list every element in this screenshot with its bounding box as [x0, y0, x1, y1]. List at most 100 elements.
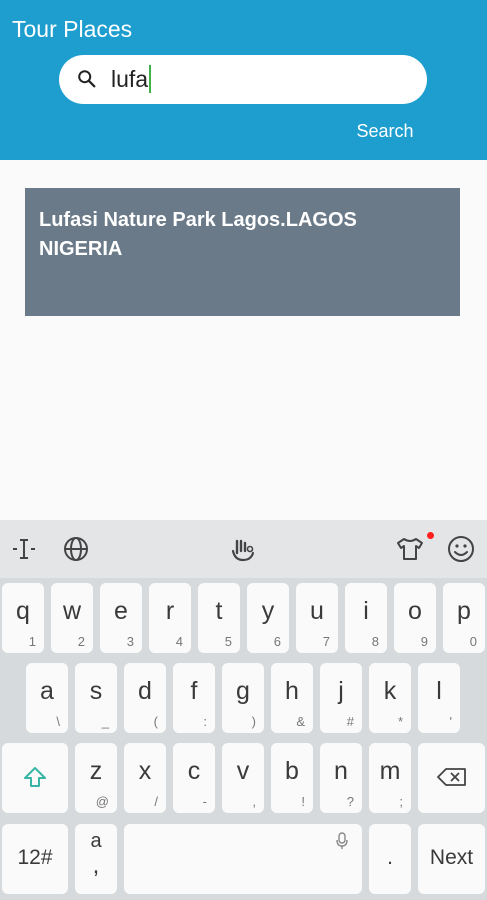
- app-title: Tour Places: [12, 16, 133, 42]
- period-glyph: .: [387, 846, 393, 869]
- key-letter: a: [40, 677, 54, 705]
- key-j[interactable]: j #: [320, 663, 362, 733]
- key-letter: k: [383, 677, 397, 705]
- key-letter: q: [16, 597, 30, 625]
- key-symbol: 5: [224, 634, 232, 649]
- key-letter: x: [138, 757, 152, 785]
- key-letter: i: [363, 597, 369, 625]
- key-letter: h: [285, 677, 299, 705]
- key-symbol: !: [301, 794, 305, 809]
- symbols-label: 12#: [17, 846, 53, 869]
- key-symbol: ): [251, 714, 256, 729]
- key-letter: u: [310, 597, 324, 625]
- gesture-icon[interactable]: [227, 533, 259, 565]
- key-symbol: *: [397, 714, 403, 729]
- key-symbol: 4: [175, 634, 183, 649]
- key-k[interactable]: k *: [369, 663, 411, 733]
- period-key[interactable]: .: [369, 824, 411, 894]
- keyboard-toolbar: [0, 520, 487, 578]
- key-g[interactable]: g): [222, 663, 264, 733]
- key-symbol: ;: [399, 794, 403, 809]
- key-q[interactable]: q1: [2, 583, 44, 653]
- key-symbol: -: [202, 794, 207, 809]
- key-letter: w: [62, 597, 82, 625]
- key-symbol: ?: [346, 794, 354, 809]
- key-symbol: 6: [273, 634, 281, 649]
- key-s[interactable]: s _: [75, 663, 117, 733]
- backspace-icon: [437, 768, 466, 786]
- comma-glyph: ,: [92, 852, 100, 879]
- result-card[interactable]: Lufasi Nature Park Lagos.LAGOS NIGERIA: [25, 188, 460, 316]
- key-letter: s: [89, 677, 103, 705]
- search-input[interactable]: lufa: [111, 64, 152, 94]
- key-letter: r: [165, 597, 175, 625]
- key-letter: c: [187, 757, 201, 785]
- key-symbol: #: [346, 714, 354, 729]
- key-z[interactable]: z @: [75, 743, 117, 813]
- key-f[interactable]: f:: [173, 663, 215, 733]
- key-letter: o: [408, 597, 422, 625]
- result-title: Lufasi Nature Park Lagos.LAGOS NIGERIA: [39, 209, 357, 260]
- key-l[interactable]: l ': [418, 663, 460, 733]
- key-e[interactable]: e3: [100, 583, 142, 653]
- key-m[interactable]: m;: [369, 743, 411, 813]
- key-h[interactable]: h &: [271, 663, 313, 733]
- theme-shirt-icon[interactable]: [394, 533, 426, 565]
- key-letter: j: [338, 677, 344, 705]
- key-p[interactable]: p0: [443, 583, 485, 653]
- key-letter: g: [236, 677, 250, 705]
- key-symbol: /: [154, 794, 158, 809]
- key-letter: y: [261, 597, 275, 625]
- key-b[interactable]: b!: [271, 743, 313, 813]
- key-c[interactable]: c-: [173, 743, 215, 813]
- key-v[interactable]: v,: [222, 743, 264, 813]
- key-letter: e: [114, 597, 128, 625]
- key-letter: m: [379, 757, 401, 785]
- next-label: Next: [429, 846, 474, 869]
- text-caret: [149, 65, 152, 93]
- globe-icon[interactable]: [60, 533, 92, 565]
- comma-key[interactable]: a ,: [75, 824, 117, 894]
- key-symbol: :: [203, 714, 207, 729]
- key-letter: z: [89, 757, 103, 785]
- key-symbol: 1: [28, 634, 36, 649]
- symbols-key[interactable]: 12#: [2, 824, 68, 894]
- key-symbol: ,: [252, 794, 256, 809]
- key-a[interactable]: a \: [26, 663, 68, 733]
- shift-key[interactable]: [2, 743, 68, 813]
- key-symbol: 2: [77, 634, 85, 649]
- key-letter: d: [138, 677, 152, 705]
- text-cursor-icon[interactable]: [8, 533, 40, 565]
- key-letter: b: [285, 757, 299, 785]
- key-letter: n: [334, 757, 348, 785]
- search-button[interactable]: Search: [350, 118, 420, 144]
- key-y[interactable]: y6: [247, 583, 289, 653]
- next-key[interactable]: Next: [418, 824, 485, 894]
- key-t[interactable]: t5: [198, 583, 240, 653]
- key-x[interactable]: x /: [124, 743, 166, 813]
- key-d[interactable]: d(: [124, 663, 166, 733]
- key-symbol: 7: [322, 634, 330, 649]
- key-u[interactable]: u7: [296, 583, 338, 653]
- microphone-icon: [336, 832, 348, 849]
- key-n[interactable]: n?: [320, 743, 362, 813]
- key-r[interactable]: r4: [149, 583, 191, 653]
- key-letter: l: [436, 677, 442, 705]
- key-symbol: \: [56, 714, 60, 729]
- search-box[interactable]: lufa: [59, 55, 427, 104]
- emoji-icon[interactable]: [445, 533, 477, 565]
- key-letter: v: [236, 757, 250, 785]
- app-header: Tour Places lufa Search: [0, 0, 487, 160]
- key-letter: t: [215, 597, 223, 625]
- space-key[interactable]: [124, 824, 362, 894]
- key-symbol: &: [296, 714, 305, 729]
- key-symbol: @: [95, 794, 109, 809]
- soft-keyboard: q1 w2 e3 r4 t5 y6 u7 i8 o9 p0 a \ s _ d( f…: [0, 520, 487, 900]
- language-glyph: a: [90, 830, 102, 852]
- key-symbol: 0: [469, 634, 477, 649]
- key-o[interactable]: o9: [394, 583, 436, 653]
- key-w[interactable]: w2: [51, 583, 93, 653]
- key-letter: p: [457, 597, 471, 625]
- key-i[interactable]: i8: [345, 583, 387, 653]
- backspace-key[interactable]: [418, 743, 485, 813]
